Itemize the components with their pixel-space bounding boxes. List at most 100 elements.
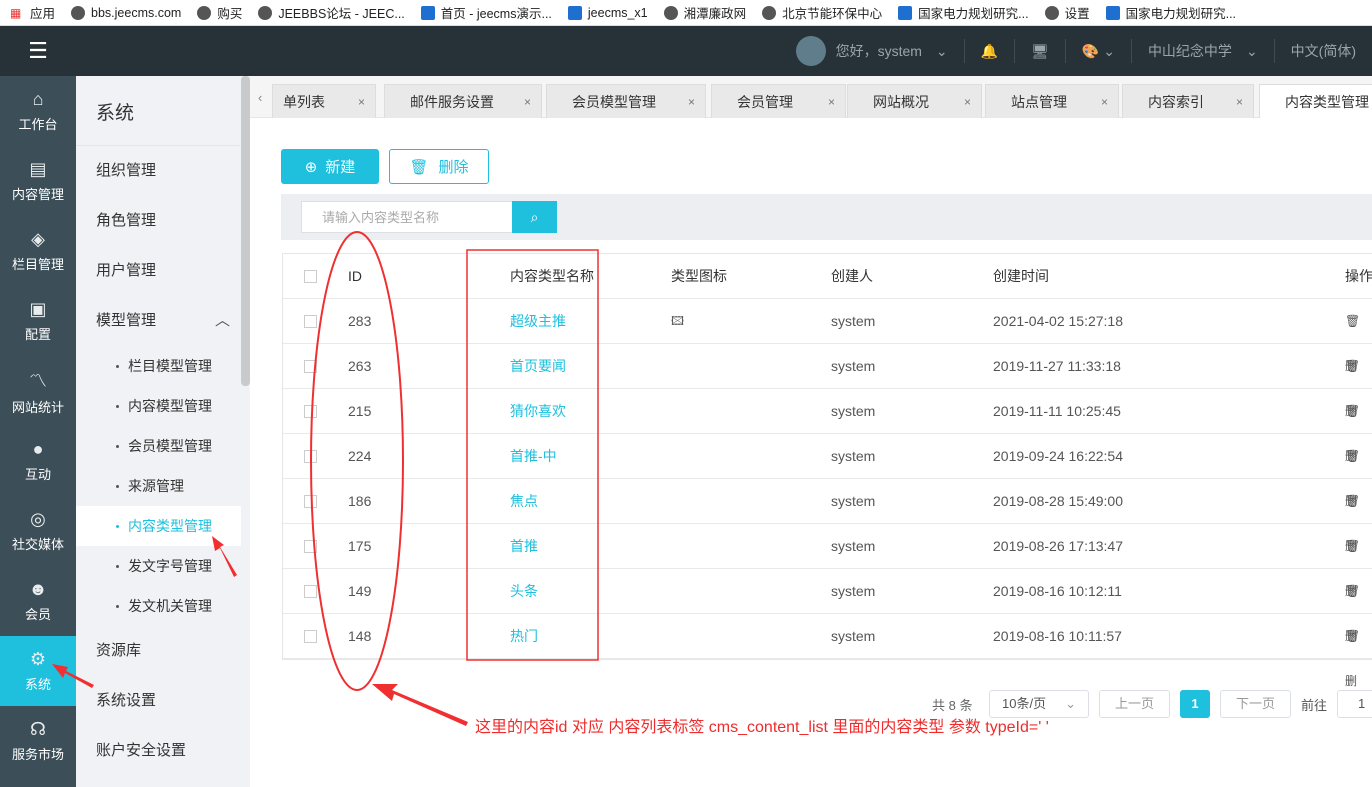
name-link[interactable]: 首推 [510,524,538,569]
hamburger-menu-icon[interactable]: ☰ [0,38,76,64]
delete-button[interactable]: 🗑 删除 [389,149,489,184]
sidebar-item[interactable]: 组织管理 [76,146,250,196]
row-checkbox[interactable] [304,630,317,643]
nav-item-content[interactable]: ▤ 内容管理 [0,146,76,216]
bell-icon[interactable]: 🔔 [963,39,1014,63]
select-all-checkbox[interactable] [304,270,317,283]
close-tab-icon[interactable]: × [1101,85,1108,119]
name-link[interactable]: 猜你喜欢 [510,389,566,434]
tab-item[interactable]: 网站概况 × [847,84,982,118]
sidebar-subitem[interactable]: 会员模型管理 [76,426,250,466]
tab-item[interactable]: 内容索引 × [1122,84,1254,118]
nav-item-box[interactable]: ▣ 配置 [0,286,76,356]
nav-item-layers[interactable]: ◈ 栏目管理 [0,216,76,286]
nav-item-chat[interactable]: ● 互动 [0,426,76,496]
row-checkbox[interactable] [304,450,317,463]
tab-label: 内容索引 [1148,94,1204,110]
search-button[interactable]: ⌕ [512,201,557,233]
sidebar-item[interactable]: 资源库 [76,626,250,676]
tab-item[interactable]: 内容类型管理 [1259,84,1372,118]
sidebar-subitem[interactable]: 内容类型管理 [76,506,241,546]
tabs-scroll-left-icon[interactable]: ‹ [258,90,262,105]
sidebar-item[interactable]: 账户安全设置 [76,726,250,776]
bookmark-item[interactable]: ▦ 应用 [10,3,55,22]
sidebar-item[interactable]: 角色管理 [76,196,250,246]
nav-item-user[interactable]: ☻ 会员 [0,566,76,636]
tab-item[interactable]: 会员管理 × [711,84,846,118]
language-selector[interactable]: 中文(简体) [1273,39,1372,63]
nav-item-gear[interactable]: ⚙ 系统 [0,636,76,706]
bookmark-item[interactable]: 购买 [197,3,242,22]
tab-item[interactable]: 邮件服务设置 × [384,84,542,118]
sidebar-subitem[interactable]: 栏目模型管理 [76,346,250,386]
close-tab-icon[interactable]: × [964,85,971,119]
palette-icon[interactable]: 🎨 ⌄ [1064,39,1131,63]
tab-item[interactable]: 单列表 × [272,84,376,118]
sidebar-subitem[interactable]: 内容模型管理 [76,386,250,426]
name-link[interactable]: 首页要闻 [510,344,566,389]
time-cell: 2019-08-16 10:12:11 [993,583,1122,599]
row-checkbox[interactable] [304,585,317,598]
name-link[interactable]: 头条 [510,569,538,614]
id-cell: 148 [348,628,372,644]
bookmark-item[interactable]: 首页 - jeecms演示... [420,3,552,22]
bookmark-label: bbs.jeecms.com [91,5,182,20]
bookmark-item[interactable]: 国家电力规划研究... [1105,3,1236,22]
goto-page-input[interactable]: 1 [1337,690,1372,718]
sidebar-subitem[interactable]: 发文字号管理 [76,546,250,586]
bookmark-item[interactable]: 设置 [1044,3,1090,22]
main-nav: ⌂ 工作台 ▤ 内容管理 ◈ 栏目管理 ▣ 配置〽网站统计 ● 互动 ◎ 社交媒体 ☻ 会员 ⚙ 系统 ☊ 服务市… [0,76,76,787]
site-selector[interactable]: 中山纪念中学 ⌄ [1130,39,1274,63]
close-tab-icon[interactable]: × [358,85,365,119]
row-checkbox[interactable] [304,315,317,328]
monitor-icon[interactable]: 🖥 [1014,39,1065,63]
bookmark-item[interactable]: JEEBBS论坛 - JEEC... [258,3,405,22]
sidebar-item[interactable]: 模型管理 ︿ [76,296,250,346]
content-type-table: ID 内容类型名称 类型图标 创建人 创建时间 操作 283 超级主推 system 2021-0… [282,253,1372,688]
next-page-button[interactable]: 下一页 [1220,690,1291,718]
row-checkbox[interactable] [304,360,317,373]
name-link[interactable]: 热门 [510,614,538,659]
close-tab-icon[interactable]: × [524,85,531,119]
nav-item-home[interactable]: ⌂ 工作台 [0,76,76,146]
close-tab-icon[interactable]: × [828,85,835,119]
sidebar-subitem[interactable]: 发文机关管理 [76,586,250,626]
bookmark-item[interactable]: 北京节能环保中心 [762,3,882,22]
close-tab-icon[interactable]: × [688,85,695,119]
name-link[interactable]: 超级主推 [510,299,566,344]
bookmark-item[interactable]: 湘潭廉政网 [663,3,746,22]
bookmark-label: 首页 - jeecms演示... [440,7,552,21]
name-link[interactable]: 首推-中 [510,434,557,479]
row-checkbox[interactable] [304,495,317,508]
annotation-text: 这里的内容id 对应 内容列表标签 cms_content_list 里面的内容… [475,719,1049,736]
bookmark-item[interactable]: 国家电力规划研究... [898,3,1029,22]
user-menu[interactable]: 您好，system ⌄ [780,36,964,66]
tab-bar: ‹ 单列表 × 邮件服务设置 × 会员模型管理 × 会员管理 × 网站概况 × 站点管理 × 内容索引 ×… [250,76,1372,118]
nav-item-service[interactable]: ☊ 服务市场 [0,706,76,776]
nav-item-social[interactable]: ◎ 社交媒体 [0,496,76,566]
search-input[interactable] [301,201,513,233]
sidebar-subitem[interactable]: 来源管理 [76,466,250,506]
row-checkbox[interactable] [304,405,317,418]
prev-page-button[interactable]: 上一页 [1099,690,1170,718]
new-button[interactable]: ⊕ 新建 [281,149,379,184]
nav-item-chart[interactable]: 〽网站统计 [0,356,76,426]
tab-item[interactable]: 站点管理 × [985,84,1119,118]
sidebar-item[interactable]: 用户管理 [76,246,250,296]
page-1-button[interactable]: 1 [1180,690,1210,718]
close-tab-icon[interactable]: × [1236,85,1243,119]
row-checkbox[interactable] [304,540,317,553]
bookmark-label: 北京节能环保中心 [782,7,883,21]
bookmark-item[interactable]: bbs.jeecms.com [71,5,182,20]
sidebar-subitem-label: 来源管理 [128,478,184,494]
sidebar-item[interactable]: 系统设置 [76,676,250,726]
name-link[interactable]: 焦点 [510,479,538,524]
time-cell: 2019-11-11 10:25:45 [993,403,1121,419]
table-row: 149 头条 system 2019-08-16 10:12:11 🗑 删 [283,569,1372,643]
bookmark-item[interactable]: jeecms_x1 [567,5,648,20]
bookmark-label: 国家电力规划研究... [918,7,1029,21]
tab-item[interactable]: 会员模型管理 × [546,84,706,118]
sidebar-scrollbar[interactable] [241,76,250,386]
creator-cell: system [831,403,876,419]
time-cell: 2019-08-26 17:13:47 [993,538,1123,554]
